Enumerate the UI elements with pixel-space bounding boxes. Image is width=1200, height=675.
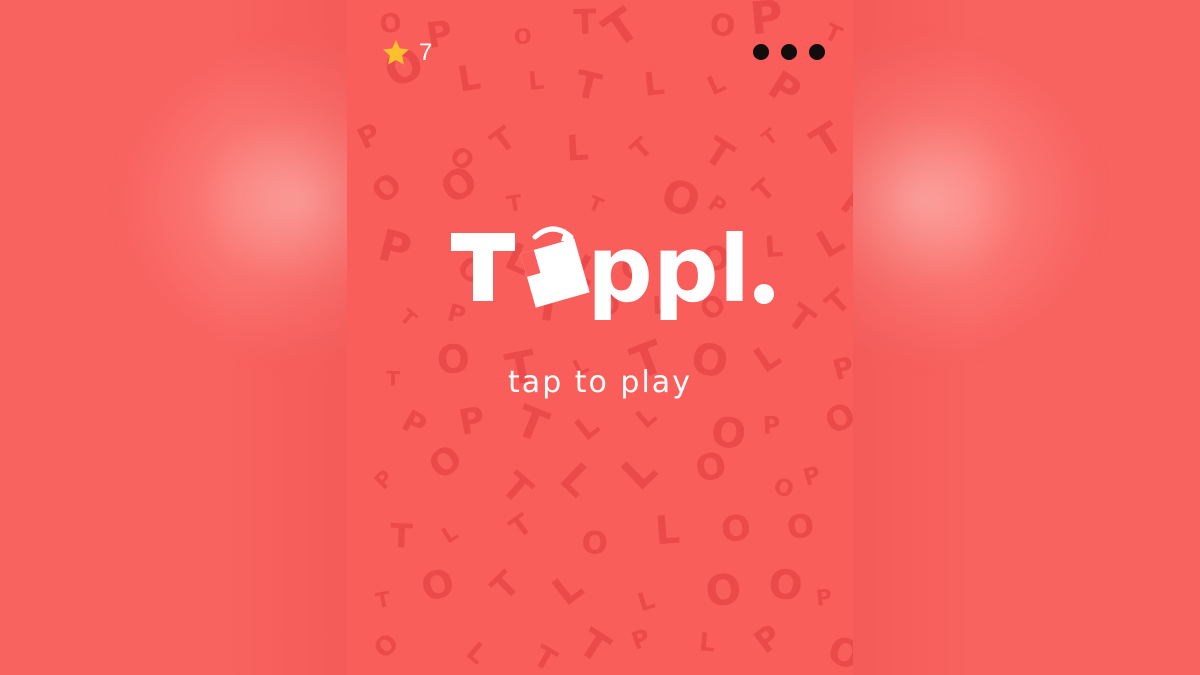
- pattern-letter: P: [762, 411, 781, 440]
- pattern-letter: L: [460, 637, 492, 671]
- game-logo: ppl: [437, 215, 787, 335]
- pattern-letter: T: [395, 304, 421, 331]
- pattern-letter: O: [581, 525, 608, 561]
- pattern-letter: L: [613, 445, 667, 500]
- pattern-letter: L: [545, 564, 592, 615]
- pattern-letter: O: [771, 473, 797, 503]
- tap-to-play-prompt[interactable]: tap to play: [347, 360, 853, 406]
- pattern-letter: L: [551, 454, 603, 507]
- pattern-letter: T: [819, 283, 853, 323]
- pattern-letter: L: [527, 66, 545, 96]
- pattern-letter: T: [483, 563, 528, 608]
- pattern-letter: O: [421, 437, 470, 488]
- pattern-letter: L: [809, 218, 851, 267]
- pattern-letter: O: [368, 628, 405, 665]
- pattern-letter: L: [703, 68, 730, 102]
- pattern-letter: O: [364, 165, 409, 212]
- more-dots-icon: [753, 44, 769, 60]
- pattern-letter: P: [456, 400, 489, 444]
- app-background: OPOTTOPTOLLTLLPLPOTLTTTTOOTTOPTPPOLLOOLL…: [0, 0, 1200, 675]
- pattern-letter: P: [815, 585, 833, 611]
- more-dots-icon-dot-3: [809, 44, 825, 60]
- pattern-letter: T: [527, 639, 563, 675]
- pattern-letter: L: [455, 58, 483, 101]
- pattern-letter: T: [747, 173, 782, 209]
- pattern-letter: O: [514, 25, 532, 49]
- pattern-letter: T: [505, 191, 524, 218]
- pattern-letter: T: [593, 0, 649, 58]
- pattern-letter: P: [396, 403, 432, 444]
- pattern-letter: T: [390, 516, 414, 556]
- more-options-button[interactable]: [753, 38, 825, 66]
- pattern-letter: L: [642, 64, 666, 104]
- star-count: 7: [419, 39, 433, 66]
- star-icon: [381, 38, 411, 68]
- pattern-letter: O: [766, 561, 805, 610]
- game-screen[interactable]: OPOTTOPTOLLTLLPLPOTLTTTTOOTTOPTPPOLLOOLL…: [347, 0, 853, 675]
- pattern-letter: T: [571, 62, 606, 110]
- pattern-letter: T: [503, 507, 538, 545]
- pattern-letter: O: [702, 563, 744, 616]
- pattern-letter: T: [570, 621, 617, 673]
- pattern-letter: O: [709, 8, 737, 45]
- pattern-letter: L: [852, 70, 853, 119]
- pattern-letter: P: [628, 623, 654, 655]
- pattern-letter: T: [573, 2, 598, 43]
- star-score: 7: [381, 36, 432, 70]
- pattern-letter: L: [569, 407, 607, 448]
- pattern-letter: T: [493, 464, 541, 514]
- more-dots-icon-dot-2: [781, 44, 797, 60]
- pattern-letter: P: [352, 116, 386, 156]
- pattern-letter: L: [654, 508, 682, 555]
- right-edge-shade: [852, 0, 972, 675]
- pattern-letter: T: [802, 113, 851, 169]
- pattern-letter: P: [370, 466, 399, 495]
- logo-wordmark: ppl: [587, 216, 750, 323]
- pattern-letter: O: [785, 506, 817, 547]
- pattern-letter: P: [800, 462, 823, 492]
- left-edge-shade: [228, 0, 348, 675]
- pattern-letter: O: [719, 508, 753, 551]
- pattern-letter: P: [747, 617, 789, 661]
- pattern-letter: T: [847, 529, 853, 562]
- pattern-letter: O: [433, 157, 487, 214]
- pattern-letter: L: [631, 401, 663, 435]
- pattern-letter: L: [438, 521, 463, 550]
- pattern-letter: L: [634, 585, 658, 618]
- pattern-letter: T: [625, 132, 659, 166]
- pattern-letter: T: [374, 587, 393, 613]
- pattern-letter: O: [823, 627, 853, 675]
- pattern-letter: L: [565, 128, 589, 169]
- pattern-letter: T: [484, 120, 523, 161]
- pattern-letter: P: [833, 182, 853, 229]
- pattern-letter: T: [585, 190, 607, 218]
- pattern-letter: L: [698, 627, 716, 657]
- pattern-letter: O: [416, 559, 460, 611]
- pattern-letter: P: [760, 63, 808, 116]
- pattern-letter: T: [757, 123, 783, 151]
- pattern-letter: T: [696, 129, 741, 179]
- pattern-letter: P: [373, 220, 416, 276]
- letter-pattern-background: OPOTTOPTOLLTLLPLPOTLTTTTOOTTOPTPPOLLOOLL…: [352, 0, 853, 675]
